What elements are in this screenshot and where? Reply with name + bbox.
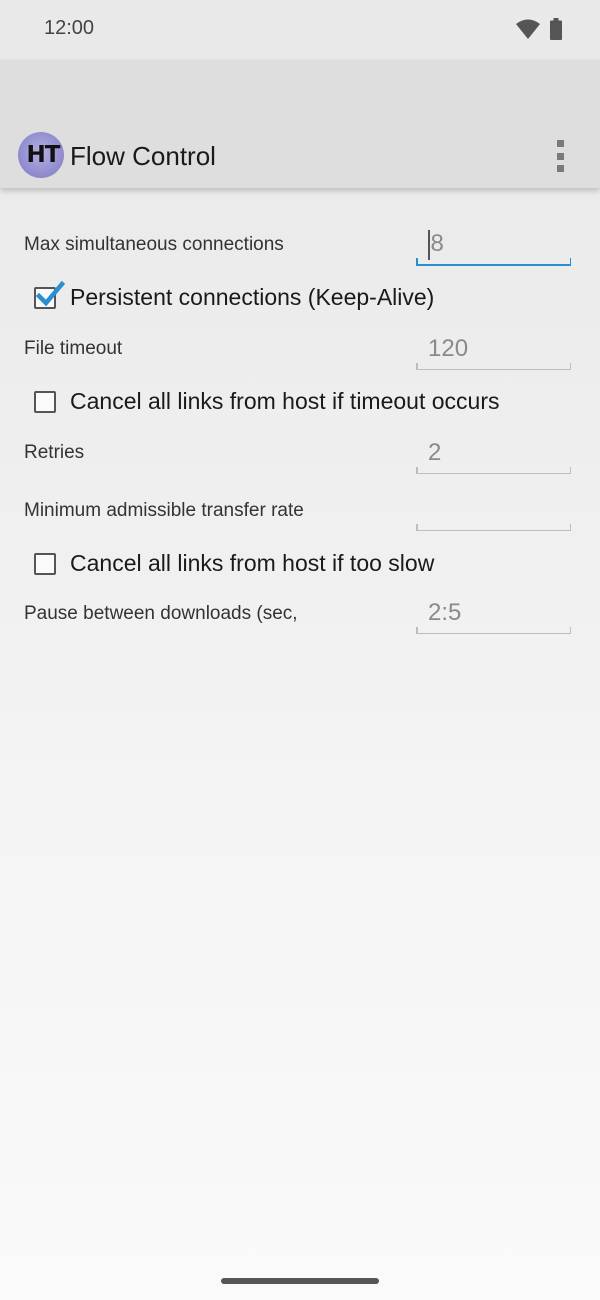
retries-label: Retries [24, 442, 85, 463]
wifi-icon [516, 19, 540, 39]
max-connections-value: 8 [430, 230, 444, 257]
min-rate-input[interactable] [416, 495, 571, 531]
app-logo-text: HT [26, 142, 61, 168]
checkmark-icon [35, 280, 65, 306]
status-bar: 12:00 [0, 0, 600, 60]
cancel-timeout-label: Cancel all links from host if timeout oc… [70, 388, 500, 414]
pause-label: Pause between downloads (sec, MIN:MAX) [24, 603, 298, 628]
pause-label-container: Pause between downloads (sec, MIN:MAX) [24, 602, 344, 628]
max-connections-input[interactable]: 8 [416, 230, 571, 266]
keep-alive-checkbox[interactable] [34, 280, 65, 309]
status-icons [516, 18, 562, 40]
cancel-slow-row[interactable]: Cancel all links from host if too slow [34, 550, 434, 577]
text-cursor [428, 230, 430, 260]
retries-value: 2 [428, 439, 442, 466]
pause-value: 2:5 [428, 599, 462, 626]
file-timeout-label: File timeout [24, 338, 123, 359]
page-title: Flow Control [70, 141, 216, 171]
file-timeout-value: 120 [428, 335, 469, 362]
overflow-menu-icon[interactable] [548, 140, 572, 172]
min-rate-label: Minimum admissible transfer rate [24, 500, 304, 521]
status-time: 12:00 [44, 17, 95, 39]
max-connections-label: Max simultaneous connections [24, 234, 284, 255]
retries-input[interactable]: 2 [416, 438, 571, 474]
keep-alive-row[interactable]: Persistent connections (Keep-Alive) [34, 280, 435, 311]
home-indicator[interactable] [221, 1278, 379, 1284]
keep-alive-label: Persistent connections (Keep-Alive) [70, 284, 435, 310]
cancel-slow-label: Cancel all links from host if too slow [70, 550, 435, 576]
pause-input[interactable]: 2:5 [416, 598, 571, 634]
cancel-slow-checkbox[interactable] [34, 552, 56, 575]
battery-icon [550, 18, 562, 40]
cancel-timeout-row[interactable]: Cancel all links from host if timeout oc… [34, 388, 500, 415]
app-bar: HT Flow Control [0, 60, 600, 188]
app-logo: HT [18, 132, 64, 178]
cancel-timeout-checkbox[interactable] [34, 390, 56, 413]
file-timeout-input[interactable]: 120 [416, 334, 571, 370]
